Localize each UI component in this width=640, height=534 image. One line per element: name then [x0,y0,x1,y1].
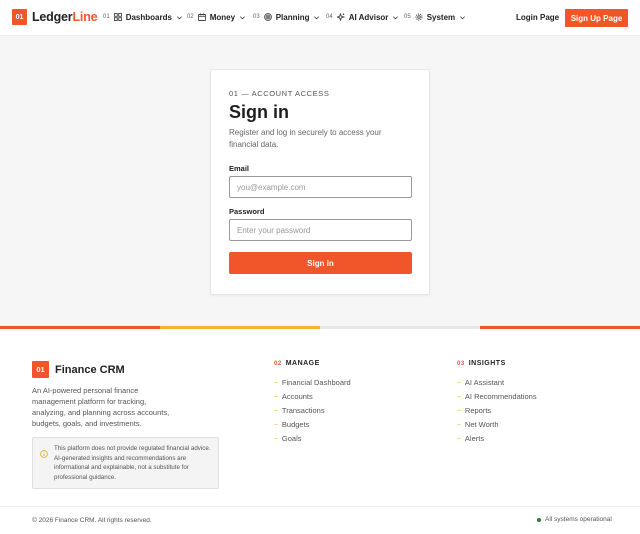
footer-link[interactable]: – Alerts [457,431,537,445]
top-nav-bar: 01 LedgerLine 01 Dashboards 02 Money 03 … [0,0,640,36]
footer-link[interactable]: – Budgets [274,417,351,431]
footer-list-manage: – Financial Dashboard – Accounts – Transact… [274,375,351,445]
link-label: Transactions [281,405,325,415]
nav-number: 05 [404,14,411,20]
nav-label: AI Advisor [348,12,389,22]
main-area: 01 — ACCOUNT ACCESS Sign in Register and… [0,36,640,326]
footer-link[interactable]: – Reports [457,403,537,417]
signup-page-button[interactable]: Sign Up Page [565,9,628,27]
dash-bullet: – [274,434,278,442]
login-page-link[interactable]: Login Page [516,13,559,22]
link-label: Alerts [464,433,485,443]
link-label: Reports [464,405,492,415]
footer-link[interactable]: – AI Recommendations [457,389,537,403]
disclaimer-text: This platform does not provide regulated… [54,445,211,481]
chevron-down-icon [313,14,320,21]
site-footer: 01 Finance CRM An AI-powered personal fi… [0,329,640,534]
nav-label: System [426,12,456,22]
nav-ai-advisor[interactable]: 04 AI Advisor [326,11,399,23]
footer-logo-badge: 01 [32,361,49,378]
system-status: All systems operational [537,516,612,523]
link-label: Net Worth [464,419,499,429]
footer-column-heading-insights: 03 INSIGHTS [457,360,506,367]
password-field[interactable] [229,219,412,241]
link-label: Budgets [281,419,310,429]
footer-divider [0,506,640,507]
target-icon [263,13,272,21]
footer-description: An AI-powered personal finance managemen… [32,386,170,428]
dash-bullet: – [457,434,461,442]
copyright-text: © 2026 Finance CRM. All rights reserved. [32,517,152,524]
link-label: AI Recommendations [464,391,537,401]
dash-bullet: – [457,406,461,414]
link-label: Goals [281,433,302,443]
chevron-down-icon [392,14,399,21]
footer-link[interactable]: – Net Worth [457,417,537,431]
nav-dashboards[interactable]: 01 Dashboards [103,11,183,23]
dash-bullet: – [457,420,461,428]
dash-bullet: – [274,378,278,386]
nav-number: 04 [326,14,333,20]
gear-icon [415,13,423,21]
nav-money[interactable]: 02 Money [187,11,246,23]
status-dot-icon [537,517,541,522]
dash-bullet: – [457,378,461,386]
logo-accent: Line [72,10,98,24]
link-label: AI Assistant [464,377,505,387]
sign-in-card: 01 — ACCOUNT ACCESS Sign in Register and… [210,69,430,295]
heading-number: 03 [457,360,465,367]
footer-column-heading-manage: 02 MANAGE [274,360,320,367]
nav-label: Money [209,12,236,22]
chevron-down-icon [239,14,246,21]
nav-number: 01 [103,14,110,20]
email-label: Email [229,164,250,173]
heading-label: MANAGE [285,360,320,367]
info-icon [40,445,48,458]
footer-link[interactable]: – Accounts [274,389,351,403]
link-label: Accounts [281,391,313,401]
logo-badge[interactable]: 01 [12,9,27,25]
status-text: All systems operational [545,516,612,523]
footer-list-insights: – AI Assistant – AI Recommendations – Repor… [457,375,537,445]
dash-bullet: – [274,406,278,414]
footer-link[interactable]: – Financial Dashboard [274,375,351,389]
grid-icon [113,13,122,21]
dash-bullet: – [274,420,278,428]
sparkle-icon [336,13,345,21]
nav-label: Planning [275,12,310,22]
link-label: Financial Dashboard [281,377,351,387]
section-eyebrow: 01 — ACCOUNT ACCESS [229,89,330,98]
page-title: Sign in [229,102,289,122]
heading-number: 02 [274,360,282,367]
logo-main: Ledger [32,10,73,24]
footer-brand: Finance CRM [55,364,125,376]
chevron-down-icon [176,14,183,21]
nav-planning[interactable]: 03 Planning [253,11,320,23]
email-field[interactable] [229,176,412,198]
advice-disclaimer: This platform does not provide regulated… [32,437,219,489]
heading-label: INSIGHTS [468,360,506,367]
nav-system[interactable]: 05 System [404,11,466,23]
nav-number: 02 [187,14,194,20]
logo-wordmark[interactable]: LedgerLine [32,10,98,24]
footer-link[interactable]: – AI Assistant [457,375,537,389]
footer-link[interactable]: – Goals [274,431,351,445]
dash-bullet: – [274,392,278,400]
page-subtitle: Register and log in securely to access y… [229,128,382,149]
chevron-down-icon [459,14,466,21]
wallet-icon [197,13,206,21]
sign-in-button[interactable]: Sign in [229,252,412,274]
nav-label: Dashboards [125,12,172,22]
nav-number: 03 [253,14,260,20]
dash-bullet: – [457,392,461,400]
password-label: Password [229,207,265,216]
footer-link[interactable]: – Transactions [274,403,351,417]
